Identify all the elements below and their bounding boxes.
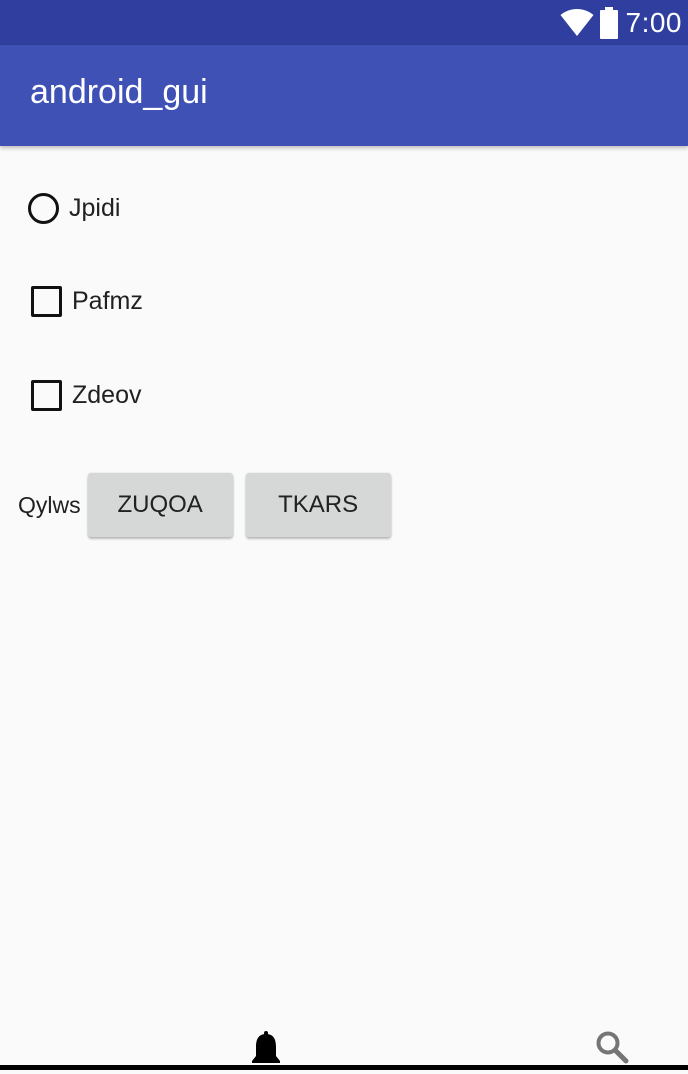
- checkbox-option-pafmz[interactable]: Pafmz: [28, 286, 143, 317]
- button-group: Qylws ZUQOA TKARS: [18, 473, 404, 537]
- checkbox-label: Zdeov: [72, 381, 142, 409]
- button-group-label: Qylws: [18, 491, 81, 518]
- bottom-divider: [0, 1065, 688, 1070]
- status-time: 7:00: [625, 6, 682, 38]
- main-content: Jpidi Pafmz Zdeov Qylws ZUQOA TKARS: [0, 146, 688, 1036]
- checkbox-option-zdeov[interactable]: Zdeov: [28, 380, 141, 411]
- app-title: android_gui: [30, 73, 208, 111]
- status-icons: 7:00: [560, 0, 683, 45]
- status-bar: 7:00: [0, 0, 688, 45]
- battery-icon: [599, 6, 618, 39]
- checkbox[interactable]: [31, 380, 62, 411]
- radio-label: Jpidi: [69, 194, 121, 222]
- radio-option-jpidi[interactable]: Jpidi: [28, 193, 120, 224]
- checkbox-label: Pafmz: [72, 287, 143, 315]
- app-bar: android_gui: [0, 45, 688, 146]
- tkars-button[interactable]: TKARS: [245, 473, 391, 537]
- wifi-icon: [560, 8, 594, 37]
- radio-button[interactable]: [28, 193, 59, 224]
- zuqoa-button[interactable]: ZUQOA: [87, 473, 233, 537]
- bottom-bar: [0, 1020, 688, 1070]
- checkbox[interactable]: [31, 286, 62, 317]
